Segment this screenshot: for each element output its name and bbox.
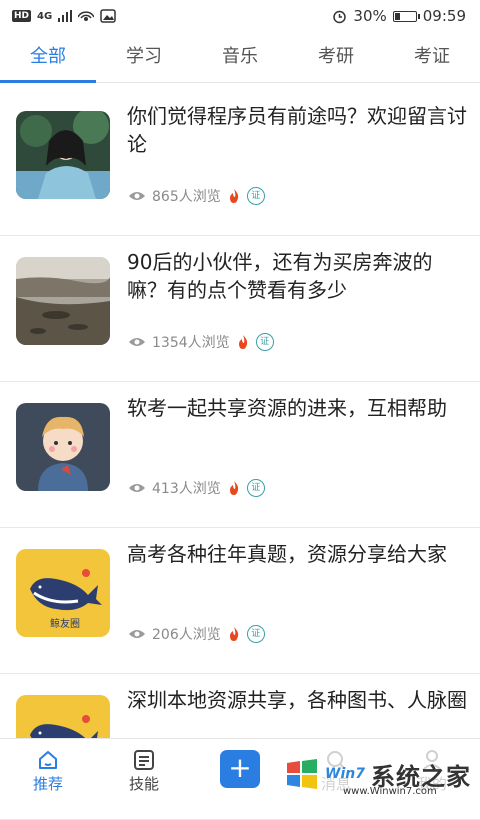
hd-badge: HD [12, 10, 32, 22]
status-right: 30% 09:59 [332, 7, 466, 25]
clock: 09:59 [422, 7, 466, 25]
fire-icon [238, 335, 247, 349]
post-item[interactable]: 90后的小伙伴，还有为买房奔波的嘛？有的点个赞看有多少 1354人浏览 证 [0, 236, 480, 382]
watermark: Win7 系统之家 www.Winwin7.com [285, 748, 480, 800]
fire-icon [229, 627, 238, 641]
post-thumbnail [16, 257, 110, 345]
nav-add[interactable]: + [192, 739, 288, 801]
add-button[interactable]: + [220, 750, 260, 788]
certified-icon: 证 [246, 187, 265, 205]
view-count: 413人浏览 [152, 481, 221, 497]
post-title[interactable]: 90后的小伙伴，还有为买房奔波的嘛？有的点个赞看有多少 [127, 248, 467, 304]
certified-icon: 证 [255, 333, 274, 351]
tab-1[interactable]: 学习 [96, 32, 192, 82]
post-list: 你们觉得程序员有前途吗？欢迎留言讨论 865人浏览证 90后的小伙伴，还有为买房奔波… [0, 90, 480, 820]
eye-icon [129, 338, 145, 346]
post-meta: 413人浏览 证 [128, 478, 265, 498]
status-bar: HD 4G 30% 09:59 [0, 0, 480, 32]
alarm-icon [333, 10, 347, 23]
eye-icon [129, 630, 145, 638]
signal-icon: 4G [37, 10, 53, 22]
eye-icon [129, 484, 145, 492]
nav-skills-label: 技能 [128, 775, 159, 793]
view-count: 865人浏览 [152, 189, 221, 205]
post-thumbnail: 鲸友圈 [16, 549, 110, 637]
fire-icon [229, 481, 238, 495]
watermark-brand: Win7 [325, 766, 365, 782]
battery-percent: 30% [353, 7, 387, 25]
post-meta: 206人浏览 证 [128, 624, 265, 644]
post-item[interactable]: 鲸友圈 高考各种往年真题，资源分享给大家 206人浏览 证 [0, 528, 480, 674]
windows-logo-icon [287, 759, 317, 789]
thumbnail-caption: 鲸友圈 [50, 619, 80, 630]
category-tabs: 全部 学习 音乐 考研 考证 [0, 32, 480, 83]
nav-skills[interactable]: 技能 [96, 739, 192, 801]
post-item[interactable]: 你们觉得程序员有前途吗？欢迎留言讨论 865人浏览 证 [0, 90, 480, 236]
status-left: HD 4G [12, 9, 116, 23]
post-title[interactable]: 软考一起共享资源的进来，互相帮助 [127, 394, 467, 422]
view-count: 206人浏览 [152, 627, 221, 643]
post-title[interactable]: 高考各种往年真题，资源分享给大家 [127, 540, 467, 568]
post-title[interactable]: 深圳本地资源共享，各种图书、人脉圈 [127, 686, 467, 714]
certified-icon: 证 [246, 625, 265, 643]
eye-icon [129, 192, 145, 200]
view-count: 1354人浏览 [152, 335, 230, 351]
signal-bars-icon [58, 10, 73, 22]
list-icon [134, 750, 154, 770]
tab-4[interactable]: 考证 [384, 32, 480, 82]
post-thumbnail [16, 111, 110, 199]
post-meta: 865人浏览 证 [128, 186, 265, 206]
post-meta: 1354人浏览 证 [128, 332, 274, 352]
nav-recommend-label: 推荐 [32, 775, 63, 793]
post-item[interactable]: 软考一起共享资源的进来，互相帮助 413人浏览 证 [0, 382, 480, 528]
image-notification-icon [100, 9, 116, 23]
watermark-url: www.Winwin7.com [343, 786, 437, 797]
tab-2[interactable]: 音乐 [192, 32, 288, 82]
nav-recommend[interactable]: 推荐 [0, 739, 96, 801]
home-icon [39, 751, 57, 769]
certified-icon: 证 [246, 479, 265, 497]
post-thumbnail [16, 403, 110, 491]
battery-icon [392, 10, 420, 22]
hotspot-icon [78, 11, 95, 21]
post-title[interactable]: 你们觉得程序员有前途吗？欢迎留言讨论 [127, 102, 467, 158]
fire-icon [229, 189, 238, 203]
tab-3[interactable]: 考研 [288, 32, 384, 82]
tab-0[interactable]: 全部 [0, 32, 96, 83]
